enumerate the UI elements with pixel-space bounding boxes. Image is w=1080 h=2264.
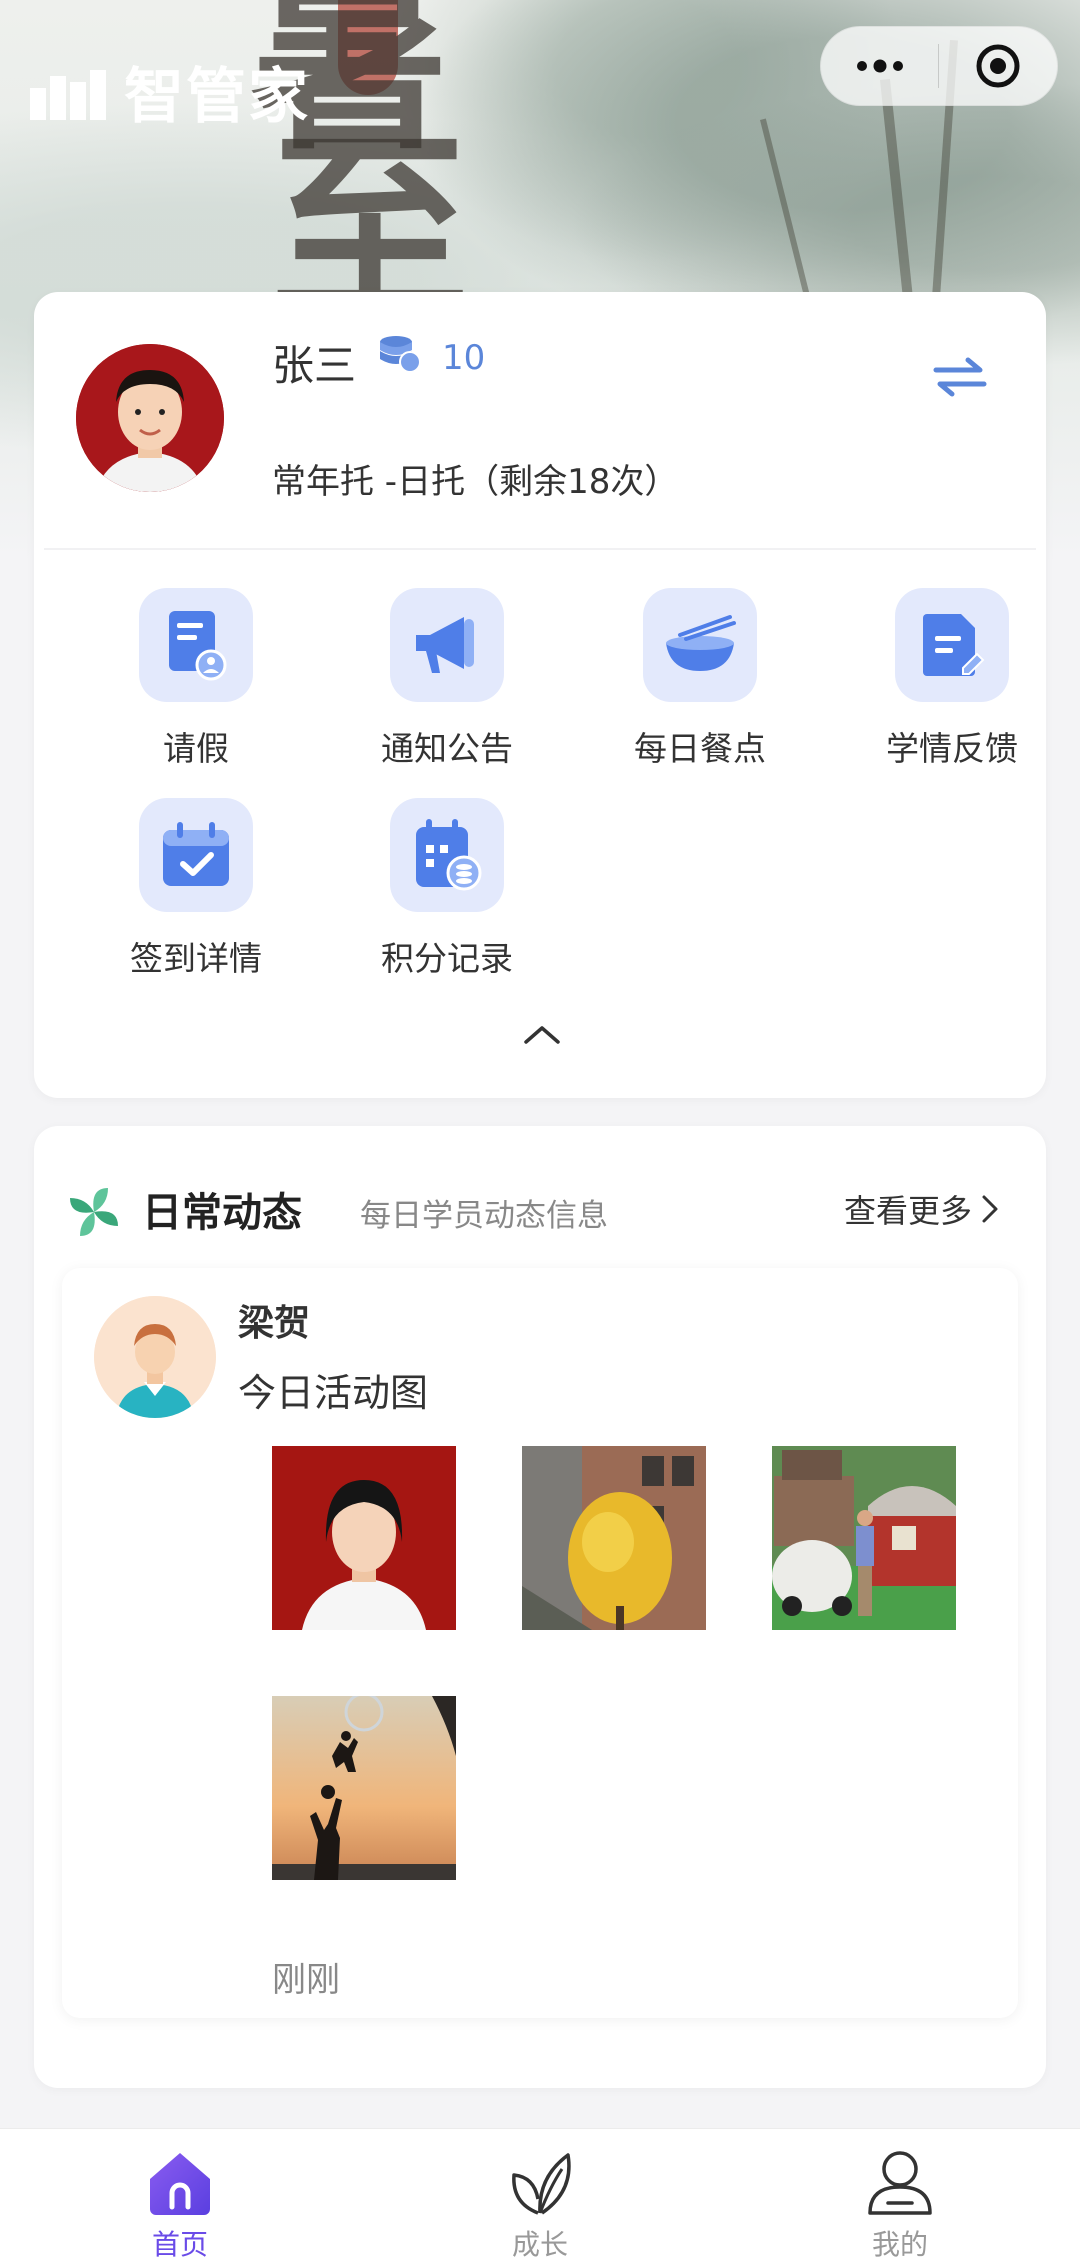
menu-item-feedback[interactable]: 学情反馈 xyxy=(852,588,1052,778)
profile-card: 张三 10 常年托 -日托（剩余18次） 请假 通知公告 每日餐点 学情反馈 签… xyxy=(34,292,1046,1098)
menu-item-label: 请假 xyxy=(163,729,229,768)
app-title: 智管家 xyxy=(124,62,310,132)
calendar-coin-icon xyxy=(390,798,504,912)
menu-item-label: 学情反馈 xyxy=(886,729,1018,768)
post-time: 刚刚 xyxy=(272,1960,340,2000)
student-name: 张三 xyxy=(272,341,357,390)
more-dots-icon xyxy=(856,59,903,73)
logo-icon xyxy=(30,69,106,120)
menu-item-label: 每日餐点 xyxy=(634,729,766,768)
menu-item-points[interactable]: 积分记录 xyxy=(347,798,547,988)
points-value: 10 xyxy=(442,338,486,378)
menu-item-label: 通知公告 xyxy=(381,729,513,768)
daily-title: 日常动态 xyxy=(142,1190,302,1236)
tab-label: 我的 xyxy=(871,2228,928,2261)
bottom-tab-bar: 首页 成长 我的 xyxy=(0,2128,1080,2264)
tab-label: 成长 xyxy=(511,2228,568,2261)
app-logo: 智管家 xyxy=(28,48,310,135)
close-button[interactable] xyxy=(939,27,1056,105)
target-circle-icon xyxy=(976,44,1019,88)
daily-activity-card: 日常动态 每日学员动态信息 查看更多 梁贺 今日活动图 刚刚 xyxy=(34,1126,1046,2088)
post-text: 今日活动图 xyxy=(238,1371,429,1415)
user-icon xyxy=(868,2151,932,2215)
mini-program-capsule xyxy=(820,26,1058,106)
activity-post: 梁贺 今日活动图 刚刚 xyxy=(62,1268,1018,2018)
tab-label: 首页 xyxy=(151,2228,208,2261)
post-author: 梁贺 xyxy=(238,1303,311,1344)
home-icon xyxy=(150,2153,210,2215)
calendar-check-icon xyxy=(139,798,253,912)
chevron-up-icon[interactable] xyxy=(522,1022,562,1050)
menu-item-leave[interactable]: 请假 xyxy=(96,588,296,778)
plan-info: 常年托 -日托（剩余18次） xyxy=(272,462,679,502)
tab-home[interactable]: 首页 xyxy=(80,2147,280,2263)
menu-item-label: 积分记录 xyxy=(381,939,513,978)
megaphone-icon xyxy=(390,588,504,702)
menu-item-label: 签到详情 xyxy=(130,939,262,978)
feedback-doc-icon xyxy=(895,588,1009,702)
view-more-link[interactable]: 查看更多 xyxy=(844,1186,1000,1232)
bowl-icon xyxy=(643,588,757,702)
more-button[interactable] xyxy=(821,27,938,105)
student-avatar[interactable] xyxy=(76,344,224,492)
leave-doc-icon xyxy=(139,588,253,702)
swap-arrows-icon[interactable] xyxy=(930,352,990,406)
menu-item-meals[interactable]: 每日餐点 xyxy=(600,588,800,778)
daily-subtitle: 每日学员动态信息 xyxy=(360,1198,608,1234)
tab-growth[interactable]: 成长 xyxy=(440,2147,640,2263)
post-photo-4[interactable] xyxy=(272,1696,456,1880)
coin-stack-icon xyxy=(378,334,422,378)
tab-mine[interactable]: 我的 xyxy=(800,2147,1000,2263)
pinwheel-icon xyxy=(64,1182,124,1246)
menu-item-checkin[interactable]: 签到详情 xyxy=(96,798,296,988)
leaf-icon xyxy=(512,2153,571,2215)
student-photo xyxy=(76,344,224,492)
post-photo-1[interactable] xyxy=(272,1446,456,1630)
post-photo-3[interactable] xyxy=(772,1446,956,1630)
menu-item-notice[interactable]: 通知公告 xyxy=(347,588,547,778)
teacher-avatar xyxy=(94,1296,216,1418)
profile-divider xyxy=(44,548,1036,550)
view-more-label: 查看更多 xyxy=(844,1192,973,1230)
chevron-right-icon xyxy=(982,1195,998,1223)
post-photo-2[interactable] xyxy=(522,1446,706,1630)
